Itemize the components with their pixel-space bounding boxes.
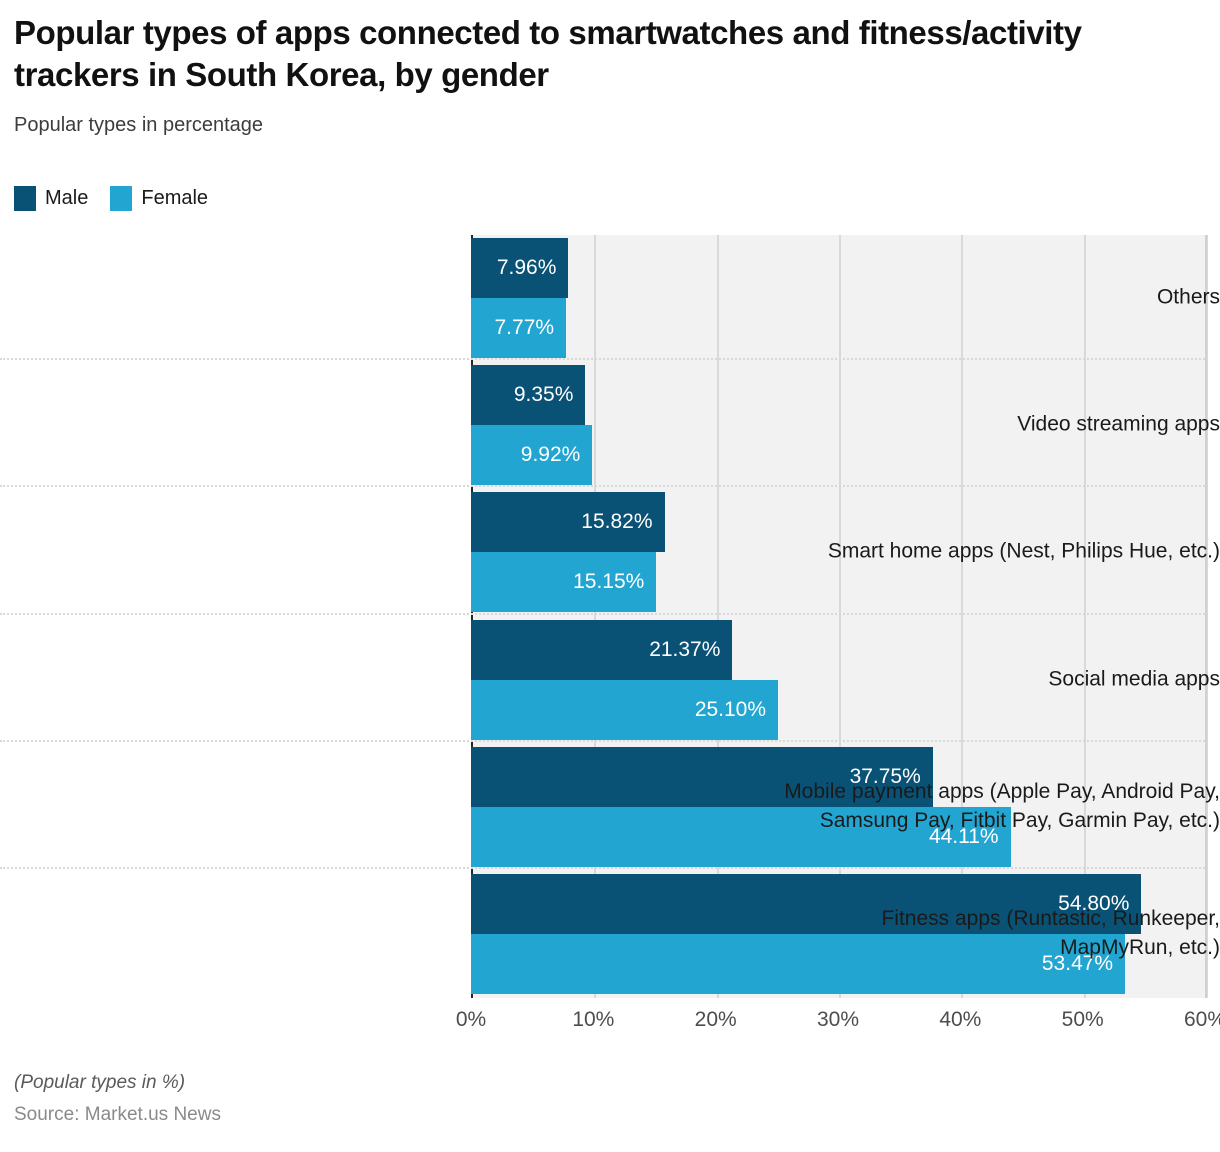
bar-value-label: 21.37%	[649, 637, 721, 661]
bar-value-label: 25.10%	[694, 697, 767, 721]
x-tick-label: 40%	[939, 1008, 982, 1031]
plot-right-border	[1205, 235, 1207, 998]
bar-value-label: 15.15%	[573, 570, 645, 594]
x-tick-label: 0%	[455, 1008, 487, 1031]
bar-value-label: 9.35%	[513, 383, 574, 407]
category-separator	[0, 358, 1205, 361]
bar-value-label: 7.96%	[496, 256, 557, 279]
x-tick-label: 50%	[1061, 1008, 1104, 1031]
category-separator	[0, 485, 1205, 488]
bar-value-label: 7.77%	[494, 316, 555, 339]
category-label: Smart home apps (Nest, Philips Hue, etc.…	[827, 539, 1220, 563]
chart-footer: (Popular types in %) Source: Market.us N…	[14, 1072, 221, 1126]
x-tick-label: 60%	[1183, 1008, 1220, 1031]
footer-note: (Popular types in %)	[14, 1072, 186, 1093]
bar-value-label: 9.92%	[520, 443, 581, 467]
category-separator	[0, 866, 1205, 869]
x-tick-label: 30%	[816, 1008, 860, 1031]
bar-value-label: 15.82%	[581, 510, 653, 534]
category-label: Mobile payment apps (Apple Pay, Android …	[784, 779, 1220, 832]
chart-area: 7.96% 7.77% Others 9.35% 9.92% Video streamin…	[0, 0, 1220, 1060]
category-label: Fitness apps (Runtastic, Runkeeper, MapM…	[881, 906, 1220, 959]
category-separator	[0, 612, 1205, 615]
category-separator	[0, 739, 1205, 742]
category-label: Social media apps	[1048, 667, 1220, 691]
x-axis-ticks: 0% 10% 20% 30% 40% 50% 60%	[0, 1008, 1220, 1038]
x-tick-label: 20%	[694, 1008, 737, 1031]
category-label: Video streaming apps	[1017, 412, 1220, 436]
category-label: Others	[1156, 285, 1220, 309]
x-tick-label: 10%	[572, 1008, 615, 1031]
footer-source: Source: Market.us News	[14, 1104, 221, 1125]
